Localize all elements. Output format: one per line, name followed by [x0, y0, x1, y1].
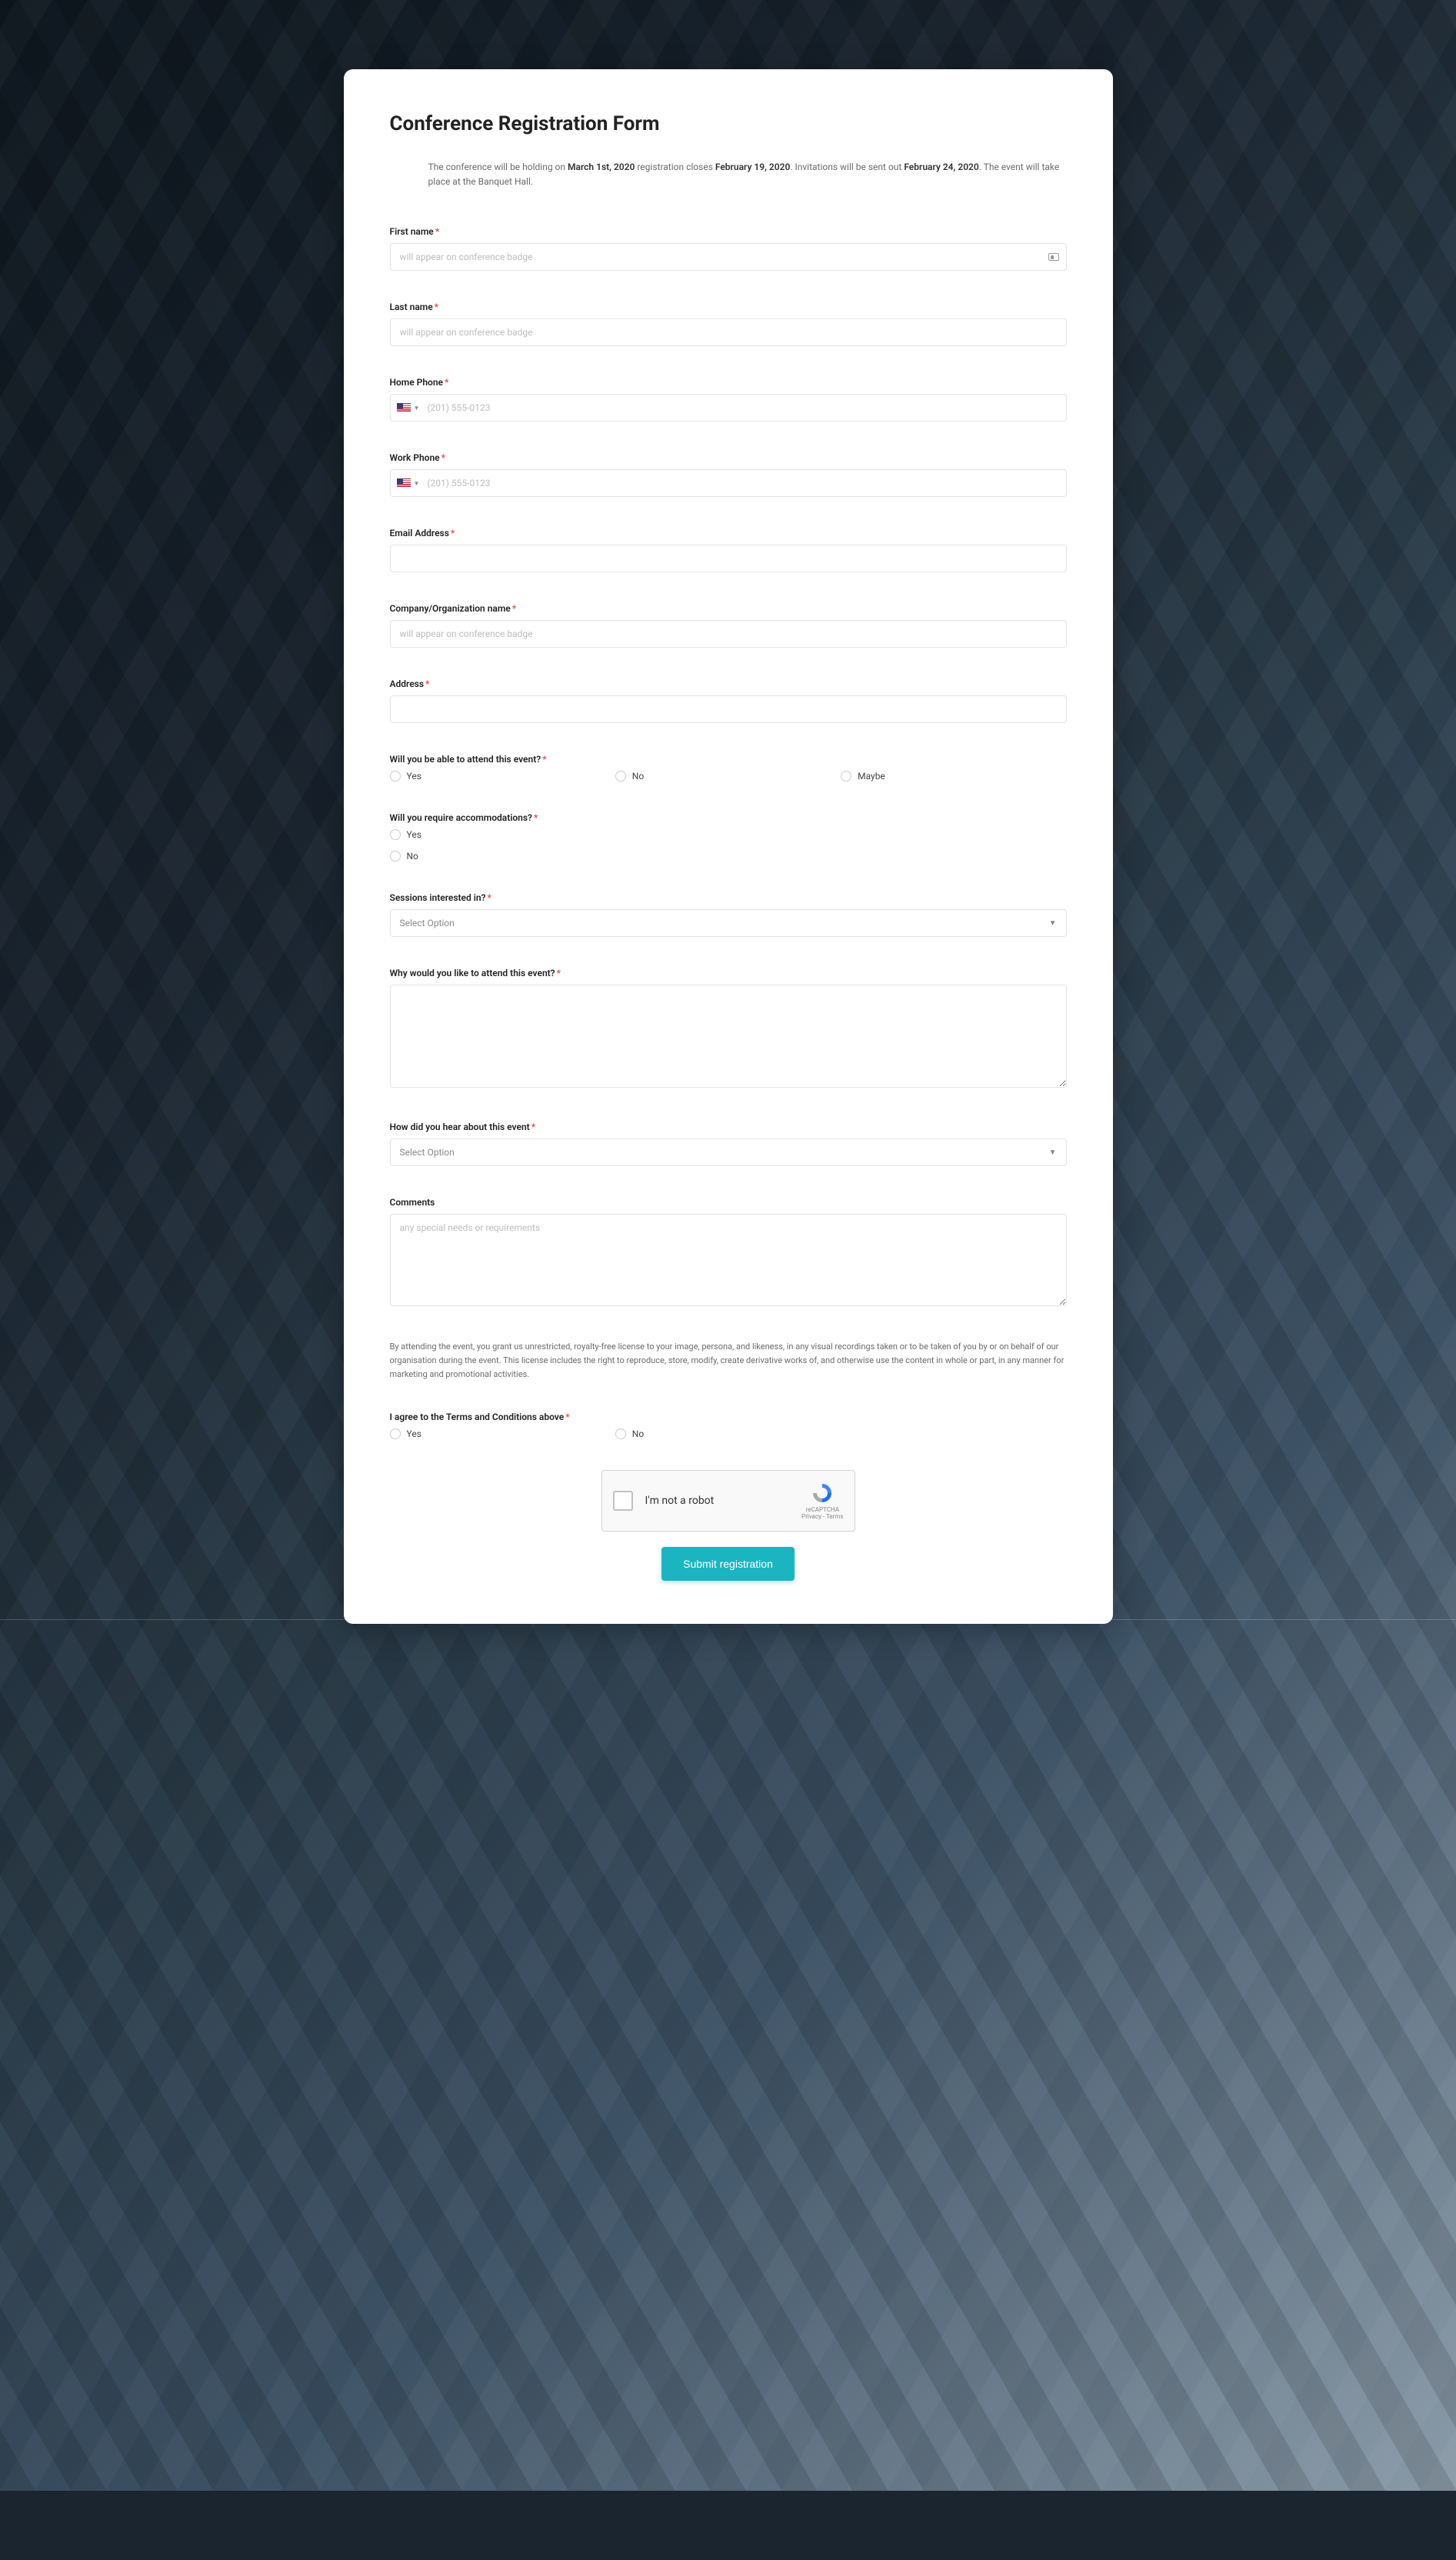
country-dropdown-caret[interactable]: ▼ [414, 405, 420, 412]
registration-form-card: Conference Registration Form The confere… [344, 69, 1113, 1624]
hear-field: How did you hear about this event* Selec… [390, 1122, 1067, 1166]
recaptcha-logo: reCAPTCHA Privacy - Terms [801, 1482, 843, 1520]
attend-label: Will you be able to attend this event?* [390, 754, 1067, 765]
work-phone-wrap: ▼ [390, 469, 1067, 497]
agree-field: I agree to the Terms and Conditions abov… [390, 1412, 1067, 1439]
us-flag-icon[interactable] [397, 403, 411, 412]
comments-field: Comments [390, 1197, 1067, 1309]
first-name-field: First name* [390, 226, 1067, 271]
comments-textarea[interactable] [390, 1214, 1067, 1306]
address-input[interactable] [390, 695, 1067, 723]
email-label: Email Address* [390, 528, 1067, 538]
email-field: Email Address* [390, 528, 1067, 572]
intro-text: The conference will be holding on March … [390, 160, 1067, 189]
chevron-down-icon: ▼ [1049, 1148, 1057, 1157]
company-label: Company/Organization name* [390, 603, 1067, 614]
accommodations-label: Will you require accommodations?* [390, 812, 1067, 823]
recaptcha-label: I'm not a robot [645, 1495, 802, 1507]
sessions-field: Sessions interested in?* Select Option ▼ [390, 892, 1067, 937]
agree-no-radio[interactable]: No [615, 1428, 841, 1439]
attend-yes-radio[interactable]: Yes [390, 771, 615, 782]
recaptcha-checkbox[interactable] [613, 1491, 633, 1511]
sessions-label: Sessions interested in?* [390, 892, 1067, 903]
address-field: Address* [390, 678, 1067, 723]
hear-select[interactable]: Select Option ▼ [390, 1138, 1067, 1166]
radio-icon [841, 771, 851, 782]
last-name-field: Last name* [390, 302, 1067, 346]
radio-icon [615, 771, 626, 782]
hear-label: How did you hear about this event* [390, 1122, 1067, 1132]
radio-icon [390, 851, 401, 862]
intro-date1: March 1st, 2020 [568, 162, 635, 172]
address-label: Address* [390, 678, 1067, 689]
home-phone-input[interactable] [427, 399, 1059, 416]
form-title: Conference Registration Form [390, 112, 1067, 135]
last-name-label: Last name* [390, 302, 1067, 312]
agree-yes-radio[interactable]: Yes [390, 1428, 615, 1439]
attend-maybe-radio[interactable]: Maybe [841, 771, 1066, 782]
home-phone-field: Home Phone* ▼ [390, 377, 1067, 422]
recaptcha-icon [811, 1482, 834, 1505]
company-field: Company/Organization name* [390, 603, 1067, 648]
us-flag-icon[interactable] [397, 478, 411, 488]
sessions-select[interactable]: Select Option ▼ [390, 909, 1067, 937]
country-dropdown-caret[interactable]: ▼ [414, 480, 420, 487]
terms-text: By attending the event, you grant us unr… [390, 1340, 1067, 1381]
intro-part3: . Invitations will be sent out [790, 162, 904, 172]
required-star: * [435, 226, 439, 237]
company-input[interactable] [390, 620, 1067, 648]
accom-yes-radio[interactable]: Yes [390, 829, 1067, 840]
comments-label: Comments [390, 1197, 1067, 1208]
contact-card-icon [1048, 253, 1059, 261]
radio-icon [390, 771, 401, 782]
radio-icon [615, 1428, 626, 1439]
recaptcha-widget[interactable]: I'm not a robot reCAPTCHA Privacy - Term… [601, 1470, 855, 1532]
email-input[interactable] [390, 545, 1067, 572]
chevron-down-icon: ▼ [1049, 919, 1057, 928]
work-phone-input[interactable] [427, 475, 1059, 492]
agree-label: I agree to the Terms and Conditions abov… [390, 1412, 1067, 1422]
intro-part2: registration closes [635, 162, 715, 172]
why-field: Why would you like to attend this event?… [390, 968, 1067, 1091]
accom-no-radio[interactable]: No [390, 851, 1067, 862]
submit-button[interactable]: Submit registration [661, 1547, 795, 1581]
first-name-input[interactable] [390, 243, 1067, 271]
home-phone-label: Home Phone* [390, 377, 1067, 388]
accommodations-field: Will you require accommodations?* Yes No [390, 812, 1067, 862]
work-phone-field: Work Phone* ▼ [390, 452, 1067, 497]
intro-date2: February 19, 2020 [715, 162, 790, 172]
attend-field: Will you be able to attend this event?* … [390, 754, 1067, 782]
last-name-input[interactable] [390, 318, 1067, 346]
work-phone-label: Work Phone* [390, 452, 1067, 463]
home-phone-wrap: ▼ [390, 394, 1067, 422]
attend-no-radio[interactable]: No [615, 771, 841, 782]
why-textarea[interactable] [390, 985, 1067, 1088]
why-label: Why would you like to attend this event?… [390, 968, 1067, 978]
radio-icon [390, 829, 401, 840]
first-name-label: First name* [390, 226, 1067, 237]
radio-icon [390, 1428, 401, 1439]
intro-date3: February 24, 2020 [904, 162, 978, 172]
intro-part1: The conference will be holding on [428, 162, 568, 172]
